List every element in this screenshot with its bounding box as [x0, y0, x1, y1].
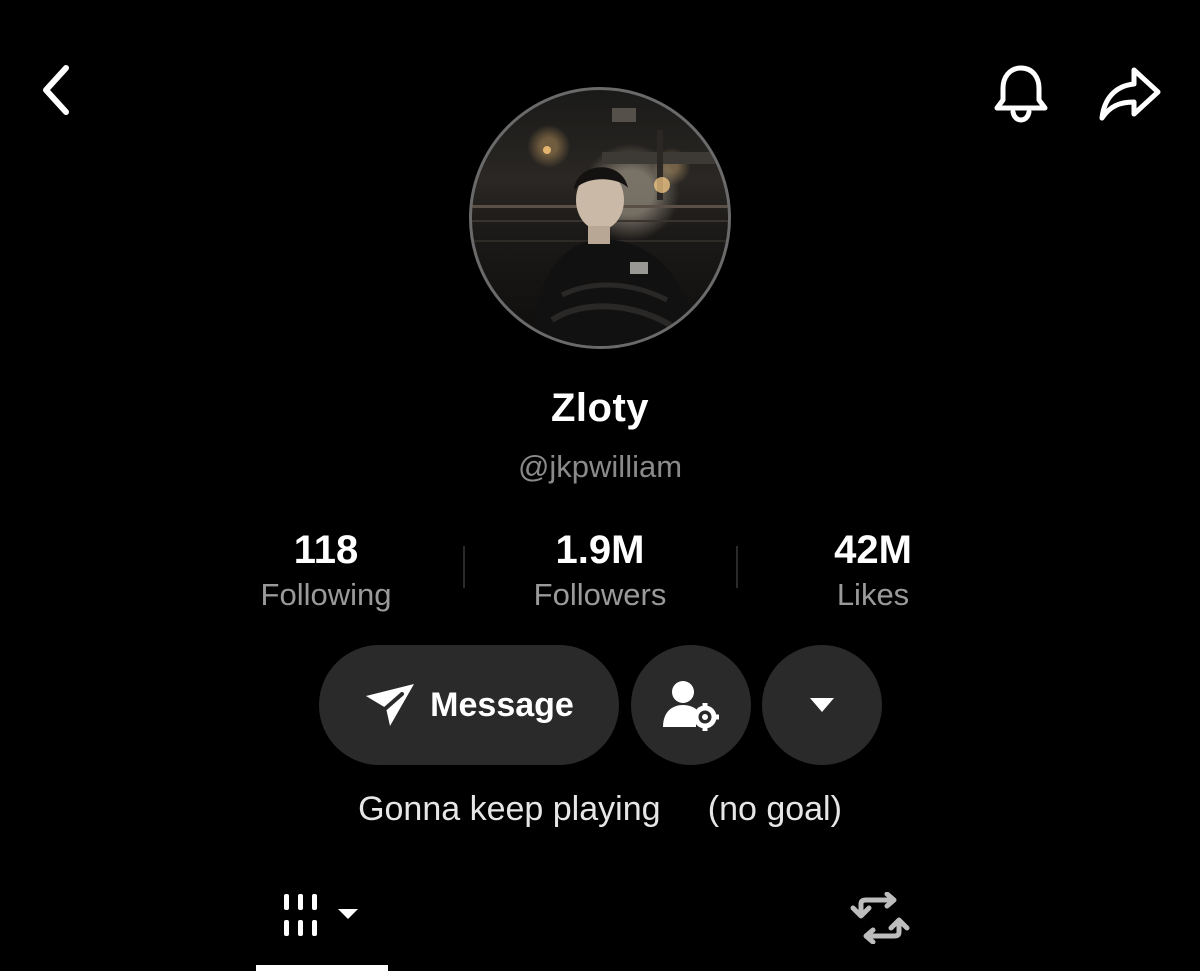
caret-down-icon — [810, 698, 834, 712]
stat-divider — [736, 546, 738, 588]
message-label: Message — [430, 685, 574, 724]
following-label: Following — [260, 577, 392, 612]
share-arrow-icon — [1099, 67, 1161, 121]
user-settings-icon — [663, 681, 719, 731]
chevron-left-icon — [43, 65, 69, 115]
active-tab-indicator — [256, 965, 388, 971]
avatar-photo — [472, 108, 728, 346]
notification-bell-button[interactable] — [988, 60, 1054, 126]
stat-following[interactable]: 118 Following — [206, 528, 446, 615]
follow-settings-button[interactable] — [631, 645, 751, 765]
grid-bars-icon — [284, 894, 358, 936]
likes-count: 42M — [834, 528, 912, 572]
followers-label: Followers — [533, 577, 667, 612]
avatar[interactable] — [469, 87, 731, 349]
more-options-button[interactable] — [762, 645, 882, 765]
message-button[interactable]: Message — [319, 645, 619, 765]
stat-followers[interactable]: 1.9M Followers — [480, 528, 720, 615]
repost-icon — [850, 892, 910, 944]
likes-label: Likes — [836, 577, 910, 612]
stat-likes[interactable]: 42M Likes — [753, 528, 993, 615]
followers-count: 1.9M — [555, 528, 645, 572]
back-button[interactable] — [26, 60, 86, 120]
profile-page: Zloty @jkpwilliam 118 Following 1.9M Fol… — [0, 0, 1200, 971]
following-count: 118 — [293, 528, 359, 572]
bell-icon — [994, 65, 1048, 123]
tab-reposts[interactable] — [820, 880, 940, 971]
send-icon — [366, 684, 415, 726]
username-handle: @jkpwilliam — [517, 449, 683, 484]
display-name: Zloty — [550, 386, 650, 430]
share-button[interactable] — [1092, 60, 1166, 126]
stat-divider — [463, 546, 465, 588]
tab-videos[interactable] — [256, 880, 388, 971]
bio-text: Gonna keep playing (no goal) — [358, 790, 842, 828]
